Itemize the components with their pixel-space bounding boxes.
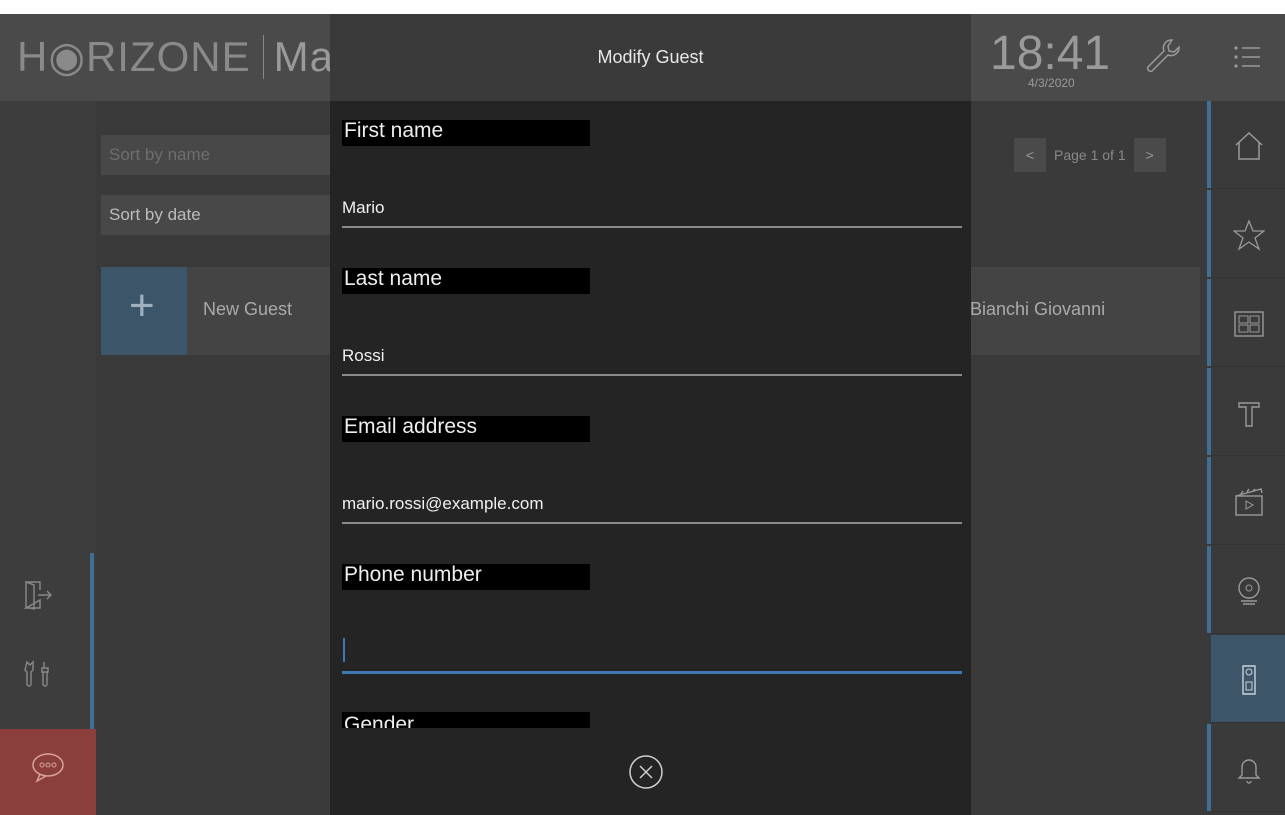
phone-label: Phone number bbox=[342, 564, 590, 590]
first-name-field[interactable]: Mario bbox=[342, 198, 962, 218]
sort-by-date-button[interactable]: Sort by date bbox=[101, 195, 341, 235]
right-sidebar bbox=[1207, 101, 1285, 815]
sidebar-accent bbox=[1207, 724, 1211, 811]
clock: 18:41 4/3/2020 bbox=[990, 27, 1111, 91]
tools-icon[interactable] bbox=[22, 658, 54, 690]
sidebar-item-guests[interactable] bbox=[1211, 635, 1285, 723]
plus-icon: + bbox=[129, 281, 155, 330]
guest-card[interactable]: Bianchi Giovanni bbox=[940, 267, 1200, 355]
door-hanger-icon bbox=[1242, 665, 1256, 695]
phone-underline bbox=[342, 671, 962, 674]
hammer-icon bbox=[1238, 402, 1260, 427]
first-name-label: First name bbox=[342, 120, 590, 146]
last-name-label: Last name bbox=[342, 268, 590, 294]
first-name-underline bbox=[342, 226, 962, 228]
email-label: Email address bbox=[342, 416, 590, 442]
sidebar-item-favorites[interactable] bbox=[1207, 190, 1285, 278]
dashboard-icon bbox=[1234, 311, 1264, 337]
home-icon bbox=[1235, 131, 1263, 160]
sidebar-accent bbox=[1207, 279, 1211, 366]
modal-title: Modify Guest bbox=[330, 14, 971, 101]
menu-icon[interactable] bbox=[1233, 44, 1261, 70]
brand-divider bbox=[262, 34, 264, 79]
camera-icon bbox=[1238, 577, 1260, 605]
new-guest-button[interactable]: + New Guest bbox=[101, 267, 341, 355]
chat-button[interactable] bbox=[0, 729, 96, 815]
page-next-button[interactable]: > bbox=[1133, 138, 1166, 172]
close-icon[interactable] bbox=[628, 754, 664, 790]
last-name-underline bbox=[342, 374, 962, 376]
star-icon bbox=[1233, 219, 1265, 251]
text-caret bbox=[343, 638, 345, 662]
pager: < Page 1 of 1 > bbox=[1014, 138, 1166, 172]
chat-icon bbox=[32, 753, 64, 783]
app-frame: H◉RIZONE Main 18:41 4/3/2020 Sort by nam… bbox=[0, 14, 1285, 815]
modify-guest-modal: Modify Guest First name Mario Last name … bbox=[330, 14, 971, 815]
page-prev-button[interactable]: < bbox=[1014, 138, 1046, 172]
wrench-icon[interactable] bbox=[1142, 36, 1182, 76]
page-label: Page 1 of 1 bbox=[1054, 147, 1126, 163]
sidebar-item-notifications[interactable] bbox=[1207, 724, 1285, 812]
plus-box: + bbox=[101, 267, 187, 355]
sidebar-accent bbox=[1207, 190, 1211, 277]
scenario-icon bbox=[1235, 488, 1263, 516]
email-field[interactable]: mario.rossi@example.com bbox=[342, 494, 962, 514]
email-underline bbox=[342, 522, 962, 524]
clock-time: 18:41 bbox=[990, 27, 1111, 80]
left-strip bbox=[0, 101, 96, 815]
brand: H◉RIZONE Main bbox=[17, 32, 369, 81]
exit-icon[interactable] bbox=[22, 579, 54, 611]
sidebar-item-dashboard[interactable] bbox=[1207, 279, 1285, 367]
sidebar-item-home[interactable] bbox=[1207, 101, 1285, 189]
sidebar-accent bbox=[1207, 101, 1211, 188]
sidebar-accent bbox=[1207, 457, 1211, 544]
sidebar-accent bbox=[1207, 368, 1211, 455]
brand-logo: H◉RIZONE bbox=[17, 33, 251, 80]
left-accent-bar bbox=[90, 553, 94, 729]
bell-icon bbox=[1237, 759, 1261, 784]
sidebar-accent bbox=[1207, 546, 1211, 633]
sidebar-item-tools[interactable] bbox=[1207, 368, 1285, 456]
clock-date: 4/3/2020 bbox=[1028, 76, 1075, 90]
sidebar-item-scenarios[interactable] bbox=[1207, 457, 1285, 545]
last-name-field[interactable]: Rossi bbox=[342, 346, 962, 366]
gender-label: Gender bbox=[342, 712, 590, 728]
sidebar-item-cameras[interactable] bbox=[1207, 546, 1285, 634]
guest-name: Bianchi Giovanni bbox=[970, 299, 1106, 319]
sort-by-name-button[interactable]: Sort by name bbox=[101, 135, 341, 175]
new-guest-label: New Guest bbox=[203, 299, 293, 319]
